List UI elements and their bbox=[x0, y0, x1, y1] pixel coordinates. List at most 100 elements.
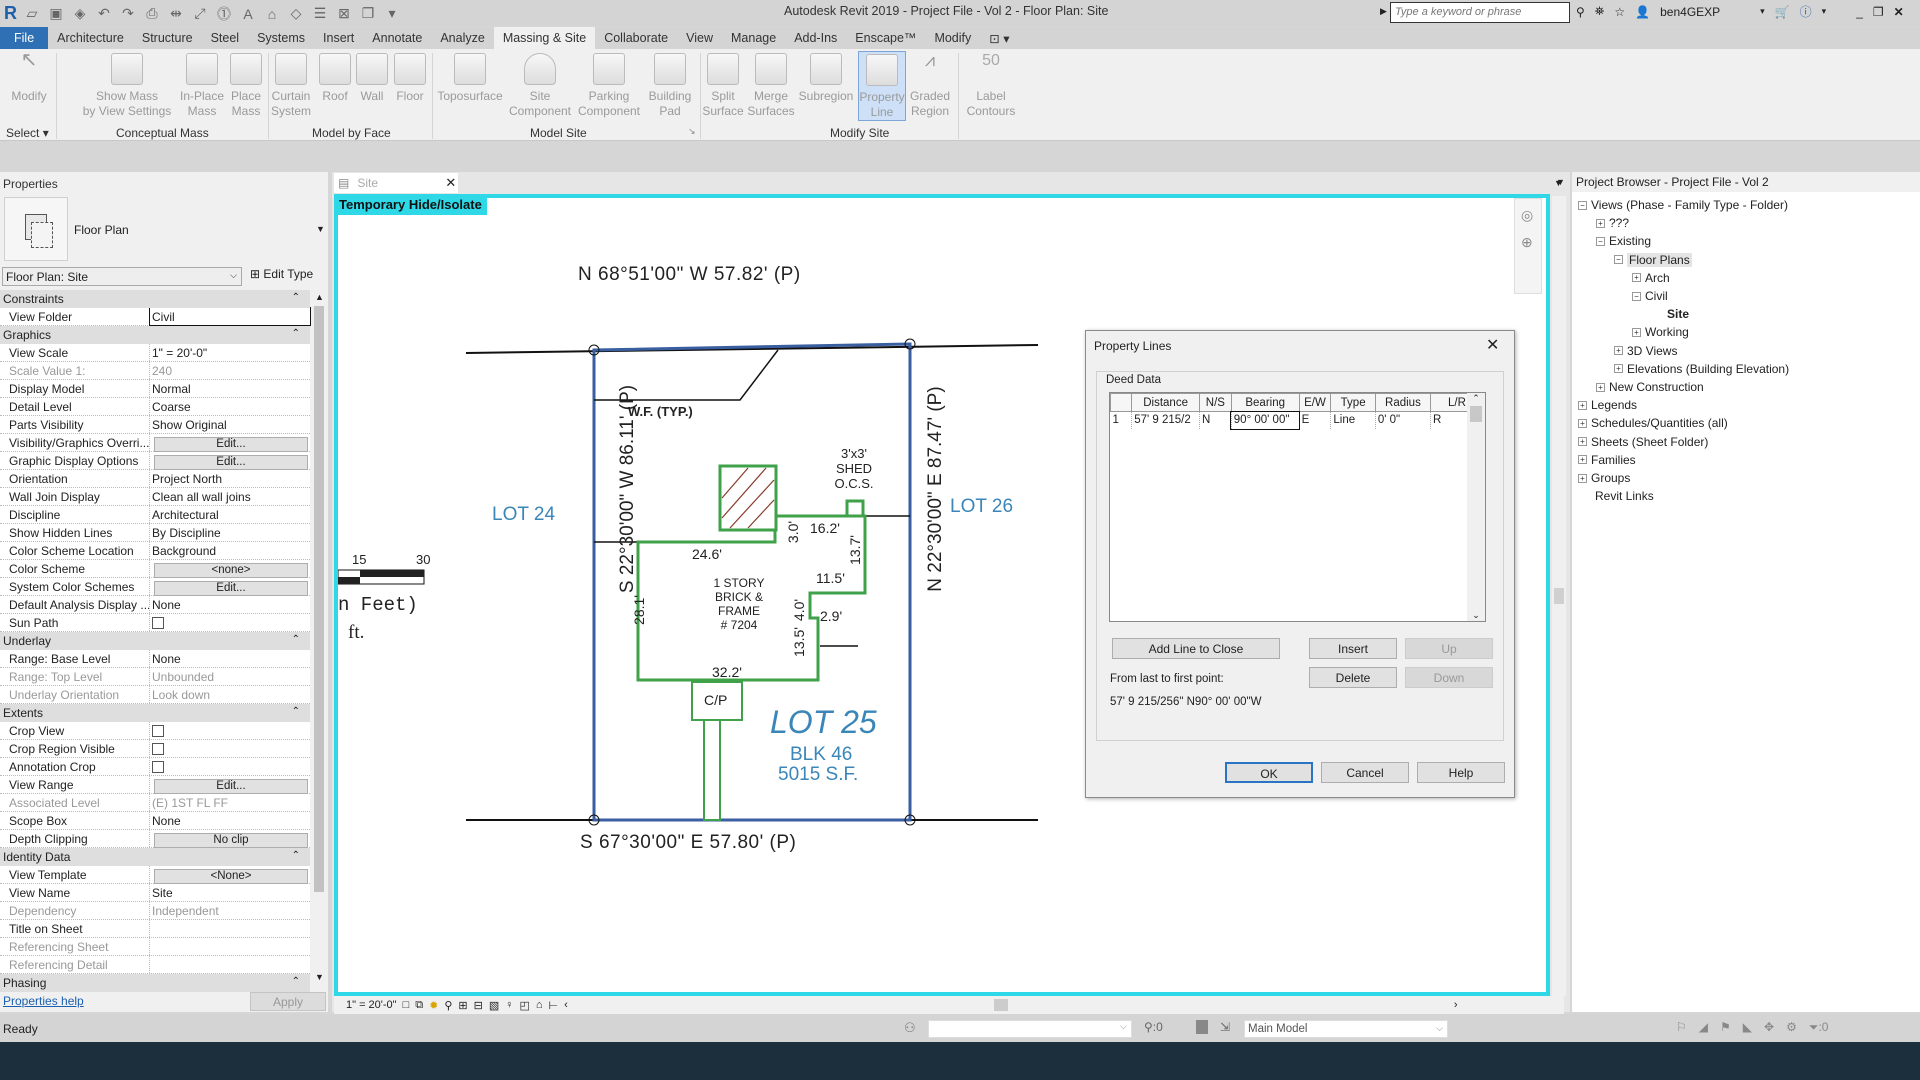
workset-selector[interactable]: ⌵ bbox=[928, 1020, 1132, 1038]
text-icon[interactable]: A bbox=[239, 5, 257, 23]
tab-manage[interactable]: Manage bbox=[722, 27, 785, 49]
tab-view[interactable]: View bbox=[677, 27, 722, 49]
print-icon[interactable]: ⎙ bbox=[143, 5, 161, 23]
thin-lines-icon[interactable]: ☰ bbox=[311, 5, 329, 23]
constraints-icon[interactable]: ⊢ bbox=[549, 999, 559, 1012]
tab-structure[interactable]: Structure bbox=[133, 27, 202, 49]
edit-type-button[interactable]: ⊞ Edit Type bbox=[250, 267, 313, 281]
property-value[interactable]: Architectural bbox=[150, 506, 310, 523]
collapse-node-icon[interactable]: − bbox=[1632, 291, 1641, 301]
insert-button[interactable]: Insert bbox=[1309, 638, 1397, 659]
merge-surfaces-button[interactable]: Merge Surfaces bbox=[746, 53, 796, 119]
expand-node-icon[interactable]: + bbox=[1596, 218, 1605, 228]
property-button-cell[interactable]: <None> bbox=[150, 866, 310, 884]
up-button[interactable]: Up bbox=[1405, 638, 1493, 659]
cart-icon[interactable]: 🛒 bbox=[1775, 5, 1790, 19]
graded-region-button[interactable]: ⩘ Graded Region bbox=[908, 51, 952, 119]
expand-node-icon[interactable]: + bbox=[1614, 346, 1623, 356]
panel-menu-icon[interactable]: ▼ bbox=[1556, 177, 1565, 187]
property-value[interactable]: None bbox=[150, 596, 310, 613]
checkbox[interactable] bbox=[152, 761, 164, 773]
unlocked-3d-icon[interactable]: ♀ bbox=[505, 999, 513, 1011]
browser-node[interactable]: + Elevations (Building Elevation) bbox=[1614, 362, 1789, 376]
instance-selector[interactable]: Floor Plan: Site ⌵ bbox=[2, 267, 242, 286]
shadows-icon[interactable]: ⚲ bbox=[444, 999, 452, 1012]
worksets-icon[interactable]: ⚇ bbox=[904, 1020, 916, 1036]
property-group-header[interactable]: Identity Data ⌃ bbox=[0, 848, 310, 866]
browser-node[interactable]: + Sheets (Sheet Folder) bbox=[1578, 435, 1708, 449]
expand-node-icon[interactable]: + bbox=[1578, 455, 1587, 465]
collapse-node-icon[interactable]: − bbox=[1596, 236, 1605, 246]
property-group-header[interactable]: Underlay ⌃ bbox=[0, 632, 310, 650]
property-value[interactable]: Project North bbox=[150, 470, 310, 487]
tab-architecture[interactable]: Architecture bbox=[48, 27, 133, 49]
property-button-cell[interactable]: Edit... bbox=[150, 776, 310, 794]
column-header[interactable]: Distance bbox=[1131, 393, 1200, 412]
scroll-right-icon[interactable]: › bbox=[1454, 999, 1458, 1011]
expand-node-icon[interactable]: + bbox=[1578, 437, 1587, 447]
view-tab-site[interactable]: ▤ Site ✕ bbox=[334, 173, 458, 193]
property-value[interactable] bbox=[150, 920, 310, 937]
property-value[interactable]: Clean all wall joins bbox=[150, 488, 310, 505]
browser-node[interactable]: + Families bbox=[1578, 453, 1636, 467]
tab-massing-site[interactable]: Massing & Site bbox=[493, 27, 596, 49]
cancel-button[interactable]: Cancel bbox=[1321, 762, 1409, 783]
bearing-cell[interactable]: 90° 00' 00" bbox=[1230, 410, 1301, 430]
browser-node[interactable]: − Civil bbox=[1632, 289, 1668, 303]
column-header[interactable]: Type bbox=[1330, 393, 1376, 412]
add-line-to-close-button[interactable]: Add Line to Close bbox=[1112, 638, 1280, 659]
sun-path-icon[interactable]: ✹ bbox=[429, 999, 438, 1012]
site-component-button[interactable]: Site Component bbox=[506, 53, 574, 119]
tab-enscape[interactable]: Enscape™ bbox=[846, 27, 925, 49]
navigation-bar[interactable]: ◎ ⊕ bbox=[1514, 198, 1542, 294]
expand-node-icon[interactable]: + bbox=[1578, 400, 1587, 410]
property-edit-button[interactable]: No clip bbox=[154, 833, 308, 848]
collapse-icon[interactable]: ⌃ bbox=[292, 706, 300, 717]
property-edit-button[interactable]: <None> bbox=[154, 869, 308, 884]
select-pinned-icon[interactable]: ⚑ bbox=[1720, 1020, 1731, 1035]
browser-node[interactable]: + Legends bbox=[1578, 398, 1637, 412]
property-group-header[interactable]: Constraints ⌃ bbox=[0, 290, 310, 308]
search-input[interactable]: Type a keyword or phrase bbox=[1390, 2, 1570, 23]
properties-help-link[interactable]: Properties help bbox=[3, 994, 84, 1008]
browser-node[interactable]: + Groups bbox=[1578, 471, 1630, 485]
view-vertical-scrollbar[interactable] bbox=[1552, 196, 1566, 996]
horizontal-scroll-thumb[interactable] bbox=[993, 999, 1008, 1011]
curtain-system-button[interactable]: Curtain System bbox=[270, 53, 312, 119]
favorites-star-icon[interactable]: ☆ bbox=[1614, 5, 1625, 19]
property-checkbox[interactable] bbox=[150, 722, 310, 739]
tab-insert[interactable]: Insert bbox=[314, 27, 363, 49]
ew-cell[interactable]: E bbox=[1299, 411, 1332, 429]
customize-qat-icon[interactable]: ▾ bbox=[383, 5, 401, 23]
parking-component-button[interactable]: Parking Component bbox=[574, 53, 644, 119]
help-button[interactable]: Help bbox=[1417, 762, 1505, 783]
ok-button[interactable]: OK bbox=[1225, 762, 1313, 783]
type-cell[interactable]: Line bbox=[1330, 411, 1376, 429]
dialog-close-icon[interactable]: ✕ bbox=[1486, 335, 1499, 355]
modify-button[interactable]: ↖ Modify bbox=[4, 50, 54, 104]
restore-button[interactable]: ❐ bbox=[1873, 5, 1884, 19]
down-button[interactable]: Down bbox=[1405, 667, 1493, 688]
building-pad-button[interactable]: Building Pad bbox=[644, 53, 696, 119]
section-icon[interactable]: ◇ bbox=[287, 5, 305, 23]
property-checkbox[interactable] bbox=[150, 614, 310, 631]
property-value[interactable]: By Discipline bbox=[150, 524, 310, 541]
select-links-icon[interactable]: ⚐ bbox=[1676, 1020, 1687, 1035]
temporary-hide-icon[interactable]: ◰ bbox=[519, 999, 529, 1012]
browser-node[interactable]: + New Construction bbox=[1596, 380, 1704, 394]
browser-node[interactable]: Site bbox=[1650, 307, 1689, 321]
tab-analyze[interactable]: Analyze bbox=[431, 27, 493, 49]
property-value[interactable]: Show Original bbox=[150, 416, 310, 433]
properties-scrollbar[interactable]: ▲ ▼ bbox=[312, 290, 326, 984]
collapse-node-icon[interactable]: − bbox=[1578, 200, 1587, 210]
redo-icon[interactable]: ↷ bbox=[119, 5, 137, 23]
property-group-header[interactable]: Phasing ⌃ bbox=[0, 974, 310, 992]
browser-node[interactable]: + Schedules/Quantities (all) bbox=[1578, 416, 1728, 430]
binoculars-icon[interactable]: ⚲ bbox=[1576, 5, 1585, 19]
property-value[interactable]: None bbox=[150, 812, 310, 829]
collapse-icon[interactable]: ⌃ bbox=[292, 292, 300, 303]
in-place-mass-button[interactable]: In-Place Mass bbox=[176, 53, 228, 119]
subregion-button[interactable]: Subregion bbox=[798, 53, 854, 104]
search-expand-icon[interactable]: ▶ bbox=[1380, 6, 1387, 17]
steering-wheel-icon[interactable]: ◎ bbox=[1521, 207, 1535, 224]
